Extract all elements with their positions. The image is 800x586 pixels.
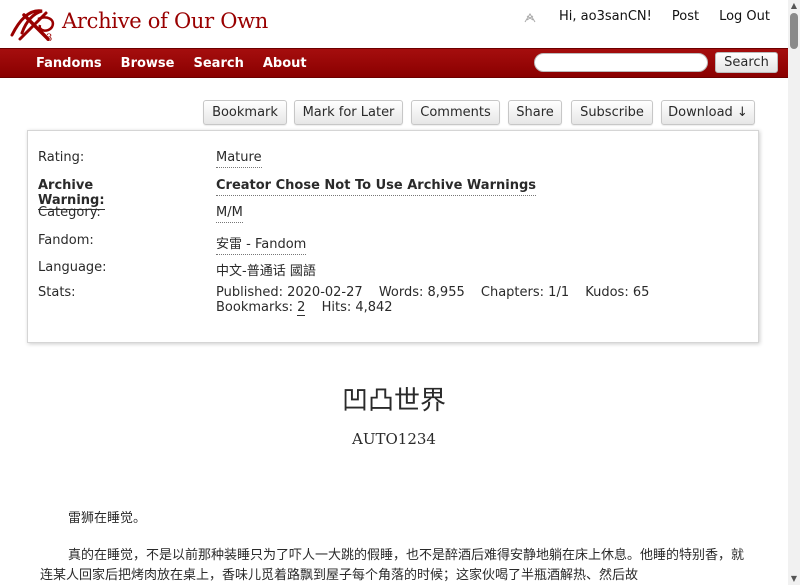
nav-search[interactable]: Search bbox=[194, 56, 244, 71]
kudos-label: Kudos: bbox=[585, 285, 629, 300]
chapters-label: Chapters: bbox=[480, 285, 545, 300]
work-meta: Rating: Mature Archive Warning: Creator … bbox=[27, 130, 759, 343]
nav-fandoms[interactable]: Fandoms bbox=[36, 56, 102, 71]
logout-link[interactable]: Log Out bbox=[719, 9, 770, 24]
greeting-link[interactable]: Hi, ao3sanCN! bbox=[559, 9, 652, 24]
user-avatar-icon[interactable] bbox=[523, 10, 537, 24]
comments-button[interactable]: Comments bbox=[411, 100, 500, 125]
nav-about[interactable]: About bbox=[263, 56, 307, 71]
bookmarks-link[interactable]: 2 bbox=[297, 300, 306, 316]
scroll-up-arrow-icon[interactable]: ▲ bbox=[788, 0, 800, 12]
user-nav: Hi, ao3sanCN! Post Log Out bbox=[523, 9, 770, 24]
work-title: 凹凸世界 bbox=[341, 386, 446, 416]
svg-text:3: 3 bbox=[46, 33, 52, 43]
page-scrollbar[interactable]: ▲ ▼ bbox=[788, 0, 800, 585]
scroll-thumb[interactable] bbox=[790, 13, 798, 49]
bookmarks-label: Bookmarks: bbox=[216, 300, 294, 315]
fandom-tag[interactable]: 安雷 - Fandom bbox=[216, 233, 307, 255]
mark-for-later-button[interactable]: Mark for Later bbox=[294, 100, 403, 125]
kudos-value: 65 bbox=[632, 285, 650, 300]
site-header: 3 Archive of Our Own Hi, ao3sanCN! Post … bbox=[0, 0, 788, 48]
share-button[interactable]: Share bbox=[508, 100, 562, 125]
work-author[interactable]: AUTO1234 bbox=[0, 430, 788, 448]
words-label: Words: bbox=[378, 285, 424, 300]
scroll-down-arrow-icon[interactable]: ▼ bbox=[788, 573, 800, 585]
stats-label: Stats: bbox=[38, 285, 76, 300]
published-label: Published: bbox=[216, 285, 283, 300]
rating-label: Rating: bbox=[38, 150, 85, 165]
search-input[interactable] bbox=[534, 53, 708, 72]
download-button[interactable]: Download ↓ bbox=[661, 100, 755, 125]
search-button[interactable]: Search bbox=[715, 52, 778, 73]
post-link[interactable]: Post bbox=[672, 9, 699, 24]
rating-tag[interactable]: Mature bbox=[216, 150, 262, 168]
bookmark-button[interactable]: Bookmark bbox=[203, 100, 287, 125]
ao3-logo-icon[interactable]: 3 bbox=[8, 5, 60, 43]
fandom-label: Fandom: bbox=[38, 233, 94, 248]
primary-nav: Fandoms Browse Search About Search bbox=[0, 48, 788, 78]
category-label: Category: bbox=[38, 205, 101, 220]
warning-tag[interactable]: Creator Chose Not To Use Archive Warning… bbox=[216, 178, 536, 196]
paragraph: 雷狮在睡觉。 bbox=[68, 511, 147, 526]
paragraph: 真的在睡觉，不是以前那种装睡只为了吓人一大跳的假睡，也不是醉酒后难得安静地躺在床… bbox=[40, 548, 745, 583]
subscribe-button[interactable]: Subscribe bbox=[571, 100, 653, 125]
chapters-value: 1/1 bbox=[548, 285, 570, 300]
stats-values: Published: 2020-02-27 Words: 8,955 Chapt… bbox=[216, 285, 661, 316]
hits-value: 4,842 bbox=[355, 300, 393, 315]
category-tag[interactable]: M/M bbox=[216, 205, 243, 223]
site-title[interactable]: Archive of Our Own bbox=[62, 9, 268, 33]
published-value: 2020-02-27 bbox=[287, 285, 363, 300]
language-value: 中文-普通话 國語 bbox=[216, 264, 316, 279]
nav-browse[interactable]: Browse bbox=[121, 56, 175, 71]
hits-label: Hits: bbox=[321, 300, 352, 315]
language-label: Language: bbox=[38, 260, 107, 275]
words-value: 8,955 bbox=[427, 285, 465, 300]
